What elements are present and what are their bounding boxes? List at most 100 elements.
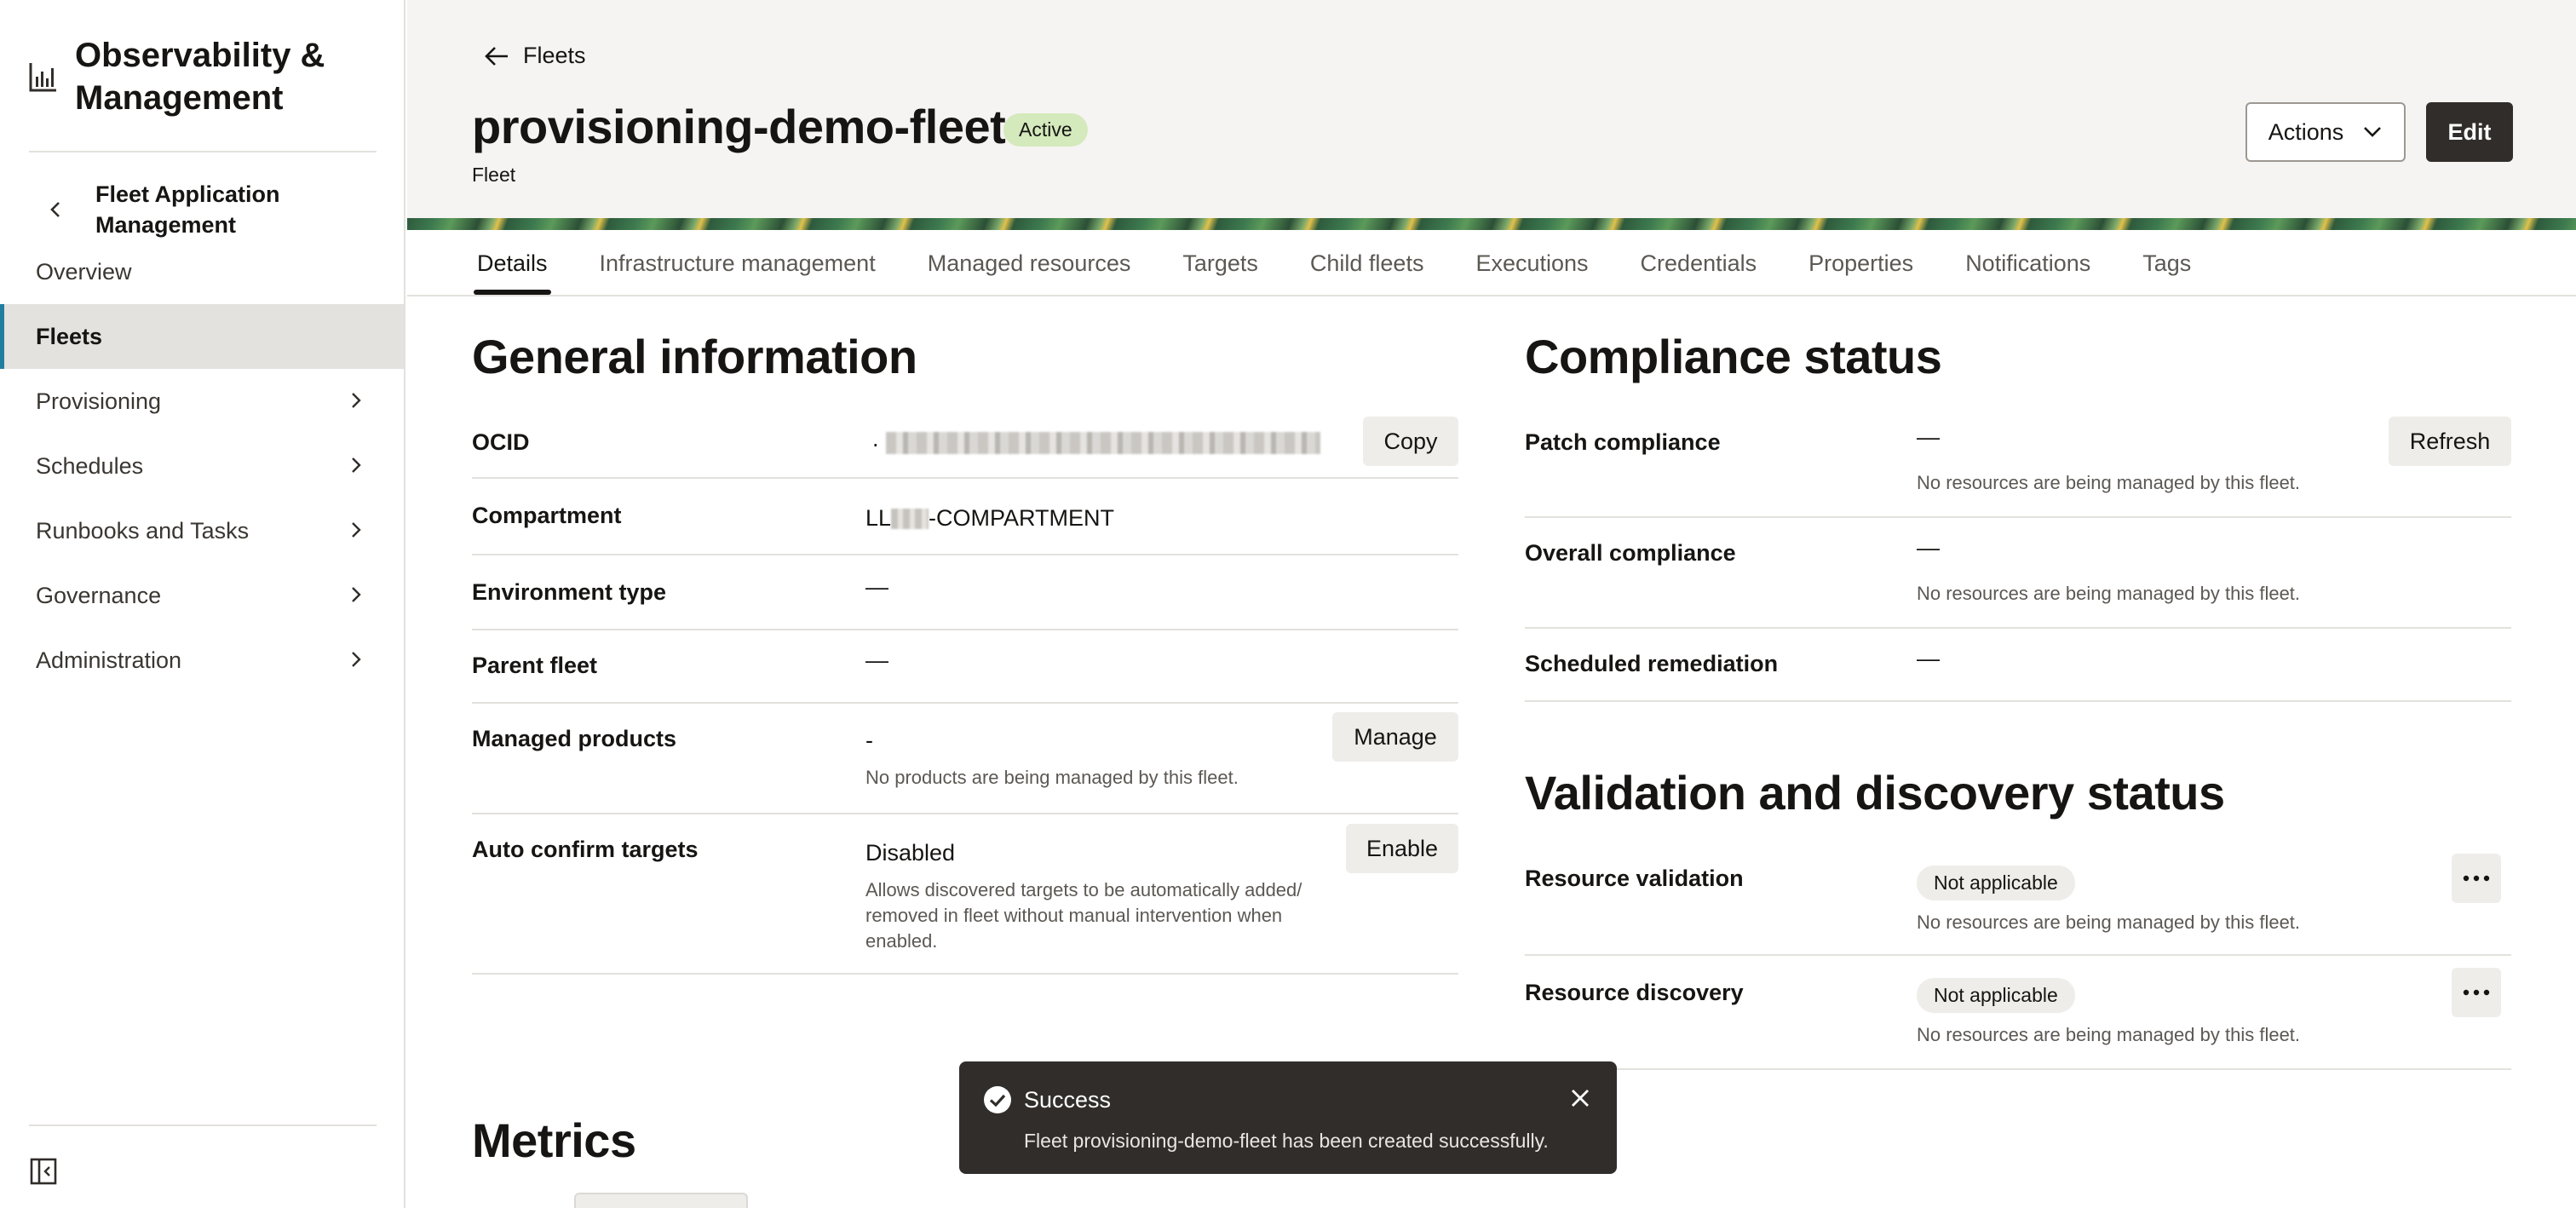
back-to-fleet-app-mgmt[interactable]: Fleet Application Management [46,179,351,240]
overall-compliance-label: Overall compliance [1525,540,1736,566]
environment-type-label: Environment type [472,579,667,605]
chevron-down-icon [2364,127,2382,137]
tab-details[interactable]: Details [474,230,551,295]
compartment-suffix: -COMPARTMENT [929,505,1115,531]
sidebar-item-governance[interactable]: Governance [0,563,404,628]
main-content: Fleets provisioning-demo-fleet Active Fl… [407,0,2576,1208]
row-divider [472,973,1458,975]
compliance-status-heading: Compliance status [1525,330,1942,383]
sidebar-item-provisioning[interactable]: Provisioning [0,369,404,434]
page-subtitle: Fleet [472,164,516,186]
back-link-label: Fleets [523,43,586,68]
row-divider [1525,700,2511,702]
actions-menu-button[interactable]: Actions [2245,102,2406,162]
header-banner-strip [407,218,2576,230]
auto-confirm-targets-note: Allows discovered targets to be automati… [865,879,1302,952]
sidebar-item-schedules[interactable]: Schedules [0,434,404,498]
general-information-heading: General information [472,330,917,383]
tab-targets[interactable]: Targets [1182,230,1258,295]
manage-products-button[interactable]: Manage [1332,712,1458,762]
sidebar-item-label: Administration [36,647,182,673]
sidebar: Observability & Management Fleet Applica… [0,0,405,1208]
success-check-icon [984,1086,1011,1113]
edit-button[interactable]: Edit [2426,102,2513,162]
chevron-right-icon [352,522,361,538]
chevron-left-icon [50,202,60,217]
tab-bar: Details Infrastructure management Manage… [407,230,2576,296]
metrics-control[interactable] [574,1193,748,1208]
patch-compliance-note: No resources are being managed by this f… [1917,472,2301,493]
app-title: Observability & Management [75,37,325,117]
tab-notifications[interactable]: Notifications [1965,230,2090,295]
environment-type-value: — [865,574,888,600]
tab-tags[interactable]: Tags [2142,230,2191,295]
tab-credentials[interactable]: Credentials [1641,230,1757,295]
sidebar-nav: Overview Fleets Provisioning Schedules R… [0,239,404,693]
overall-compliance-value: — [1917,535,1940,561]
auto-confirm-targets-value: Disabled [865,840,956,866]
resource-validation-label: Resource validation [1525,866,1744,891]
back-to-fleets-link[interactable]: Fleets [484,43,586,69]
row-divider [472,554,1458,555]
toast-message: Fleet provisioning-demo-fleet has been c… [1024,1130,1549,1152]
sidebar-divider [29,151,377,152]
refresh-compliance-button[interactable]: Refresh [2389,417,2511,466]
row-divider [1525,627,2511,629]
arrow-left-icon [485,46,508,66]
tab-managed-resources[interactable]: Managed resources [928,230,1131,295]
more-horizontal-icon [2463,875,2490,882]
chevron-right-icon [352,393,361,408]
scheduled-remediation-value: — [1917,646,1940,671]
chart-icon [29,63,56,92]
sidebar-item-label: Schedules [36,452,144,479]
tab-infrastructure-management[interactable]: Infrastructure management [600,230,876,295]
sidebar-item-fleets[interactable]: Fleets [0,304,404,369]
close-icon[interactable] [1569,1087,1591,1109]
tab-child-fleets[interactable]: Child fleets [1310,230,1424,295]
sidebar-item-label: Fleets [36,323,103,349]
resource-discovery-status: Not applicable [1917,978,2075,1013]
resource-validation-note: No resources are being managed by this f… [1917,912,2301,933]
resource-validation-more-button[interactable] [2452,854,2501,903]
sidebar-collapse-icon[interactable] [29,1157,58,1186]
toast-title: Success [1024,1087,1112,1113]
resource-discovery-label: Resource discovery [1525,980,1744,1005]
row-divider [1525,1068,2511,1070]
patch-compliance-value: — [1917,424,1940,450]
enable-auto-confirm-button[interactable]: Enable [1346,824,1458,873]
auto-confirm-targets-label: Auto confirm targets [472,837,699,862]
parent-fleet-value: — [865,647,888,673]
sidebar-item-label: Runbooks and Tasks [36,517,250,544]
row-divider [1525,516,2511,518]
sidebar-item-administration[interactable]: Administration [0,628,404,693]
actions-label: Actions [2268,118,2344,145]
compartment-label: Compartment [472,503,622,528]
parent-fleet-label: Parent fleet [472,653,598,678]
overall-compliance-note: No resources are being managed by this f… [1917,583,2301,604]
chevron-right-icon [352,652,361,667]
row-divider [472,629,1458,630]
sidebar-item-label: Overview [36,258,132,285]
app-header: Observability & Management [29,34,382,119]
ocid-redacted-value [886,432,1320,454]
tab-properties[interactable]: Properties [1808,230,1913,295]
validation-discovery-heading: Validation and discovery status [1525,766,2225,820]
row-divider [472,702,1458,704]
scheduled-remediation-label: Scheduled remediation [1525,651,1779,676]
ocid-prefix: . [872,426,879,452]
copy-ocid-button[interactable]: Copy [1363,417,1458,466]
resource-discovery-more-button[interactable] [2452,968,2501,1017]
compartment-redacted [891,508,929,529]
chevron-right-icon [352,587,361,602]
metrics-heading: Metrics [472,1113,636,1167]
tab-executions[interactable]: Executions [1475,230,1588,295]
sidebar-item-overview[interactable]: Overview [0,239,404,304]
sidebar-item-runbooks-and-tasks[interactable]: Runbooks and Tasks [0,498,404,563]
compartment-value[interactable]: LL -COMPARTMENT [865,505,1114,532]
row-divider [1525,954,2511,956]
ocid-label: OCID [472,429,530,455]
sidebar-section-title: Fleet Application Management [95,181,280,238]
more-horizontal-icon [2463,989,2490,996]
compartment-prefix: LL [865,505,892,531]
success-toast: Success Fleet provisioning-demo-fleet ha… [959,1061,1617,1174]
